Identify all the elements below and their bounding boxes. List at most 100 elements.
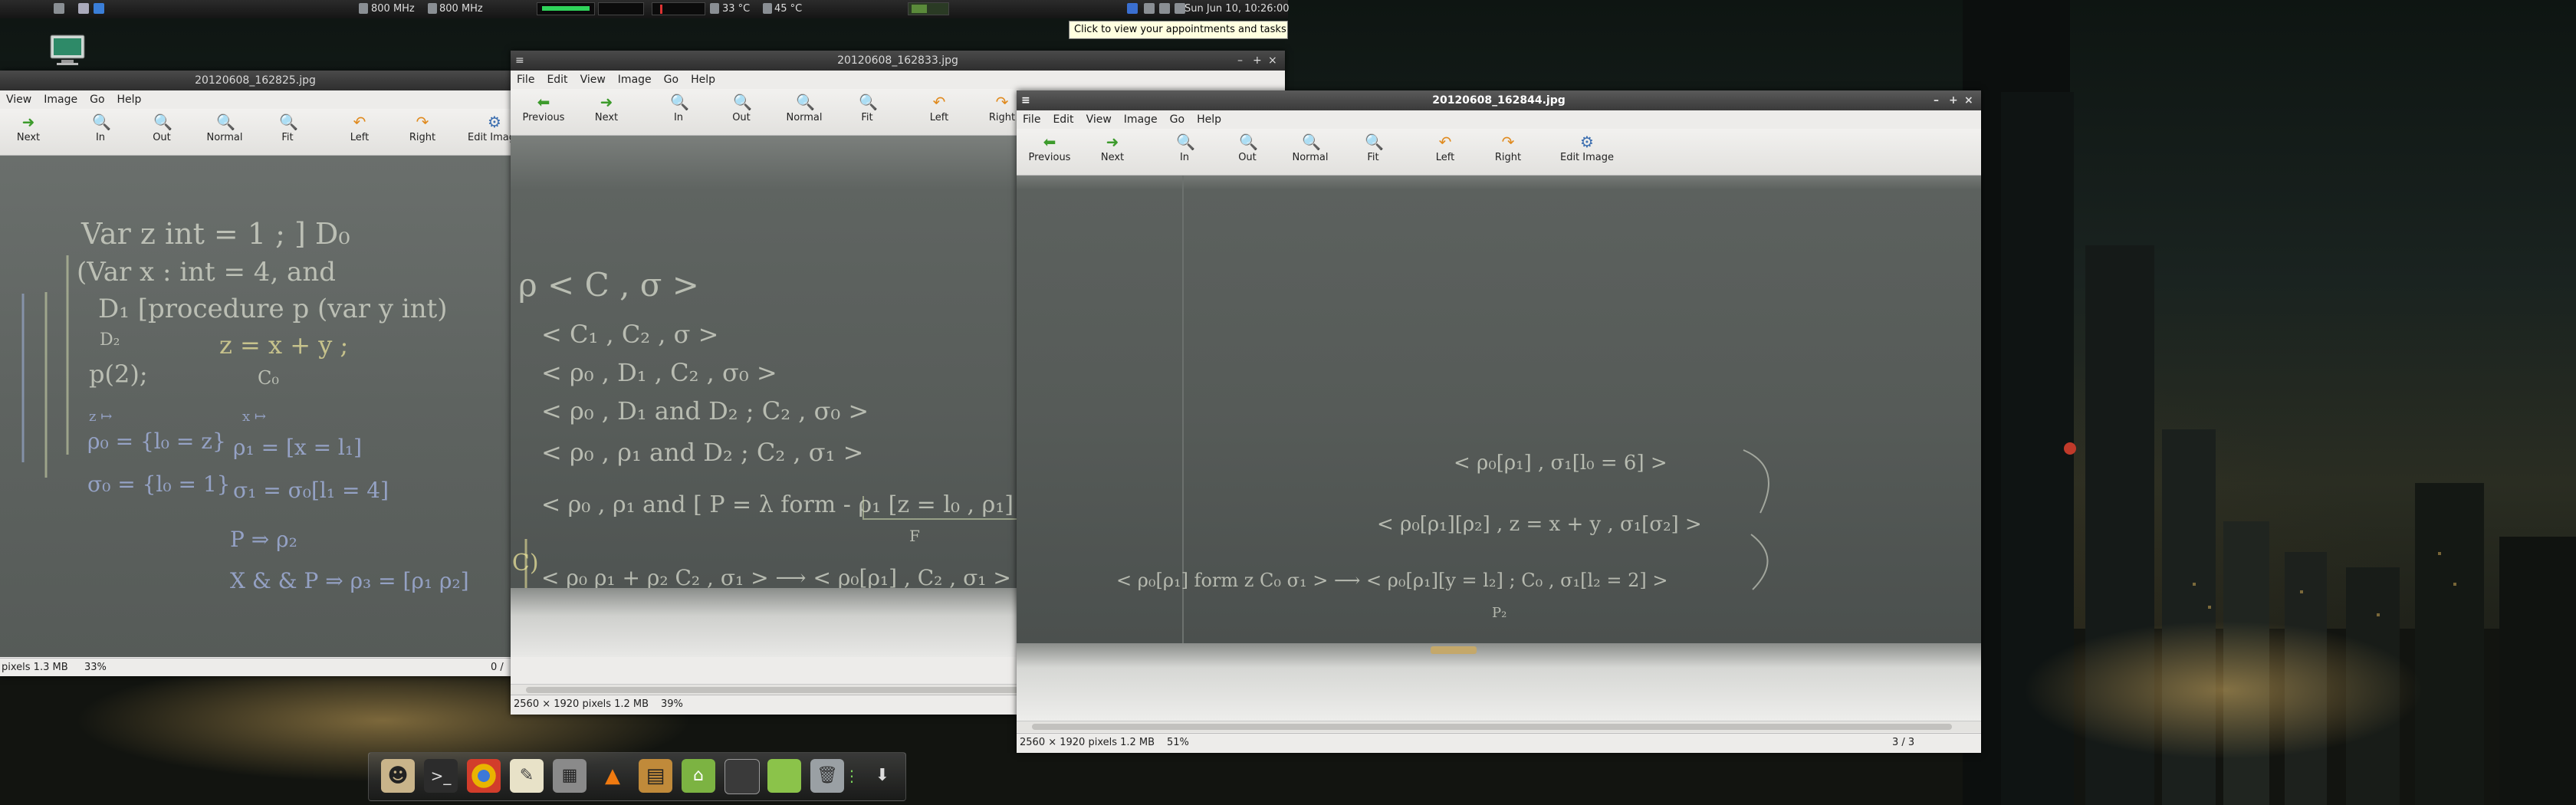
zoom-in-button[interactable]: 🔍 In	[69, 112, 132, 153]
zoom-in-icon: 🔍	[670, 93, 689, 111]
zoom-normal-button[interactable]: 🔍 Normal	[773, 92, 836, 133]
zoom-in-button[interactable]: 🔍 In	[1153, 132, 1216, 173]
menu-go[interactable]: Go	[1164, 110, 1191, 129]
dropbox-icon[interactable]	[94, 3, 104, 14]
zoom-in-button[interactable]: 🔍 In	[647, 92, 710, 133]
menu-file[interactable]: File	[1017, 110, 1046, 129]
rotate-right-button[interactable]: ↷ Right	[391, 112, 454, 153]
close-icon[interactable]: ×	[1268, 51, 1277, 71]
previous-button[interactable]: ⬅ Previous	[512, 92, 575, 133]
zoom-out-button[interactable]: 🔍 Out	[130, 112, 193, 153]
menu-edit[interactable]: Edit	[540, 71, 573, 89]
download-icon[interactable]: ⬇	[866, 759, 899, 793]
zoom-fit-button[interactable]: 🔍 Fit	[256, 112, 319, 153]
zoom-fit-button[interactable]: 🔍 Fit	[836, 92, 899, 133]
rotate-left-button[interactable]: ↶ Left	[328, 112, 391, 153]
screenshot-icon[interactable]	[78, 3, 89, 14]
menu-go[interactable]: Go	[658, 71, 685, 89]
rotate-left-button[interactable]: ↶ Left	[908, 92, 971, 133]
menu-image[interactable]: Image	[612, 71, 658, 89]
image-viewport[interactable]: Var z int = 1 ; ] D₀ (Var x : int = 4, a…	[0, 156, 511, 657]
menu-help[interactable]: Help	[1191, 110, 1227, 129]
menu-help[interactable]: Help	[685, 71, 721, 89]
menu-view[interactable]: View	[574, 71, 612, 89]
edit-image-button[interactable]: ⚙Edit Image	[463, 112, 511, 153]
temp-1[interactable]: 33 °C	[722, 0, 750, 18]
edit-image-button[interactable]: ⚙Edit Image	[1549, 132, 1625, 173]
clock[interactable]: Sun Jun 10, 10:26:00	[1184, 0, 1290, 18]
image-viewer-window-1[interactable]: 20120608_162825.jpg View Image Go Help ➜ Nex…	[0, 71, 511, 676]
rotate-left-icon: ↶	[353, 113, 366, 131]
menubar: View Image Go Help	[0, 90, 511, 109]
memory-graph[interactable]	[598, 2, 644, 15]
menu-go[interactable]: Go	[84, 90, 110, 109]
terminal-icon[interactable]: >_	[424, 759, 458, 793]
workspace-switcher[interactable]	[908, 2, 949, 15]
more-icon[interactable]: ⋮	[844, 759, 859, 793]
window-titlebar[interactable]: ≡ 20120608_162833.jpg – + ×	[511, 51, 1285, 71]
calculator-icon[interactable]: ▦	[553, 759, 586, 793]
gimp-icon[interactable]: ☻	[381, 759, 415, 793]
menu-edit[interactable]: Edit	[1046, 110, 1079, 129]
trash-icon[interactable]: 🗑	[810, 759, 844, 793]
next-button[interactable]: ➜ Next	[1081, 132, 1144, 173]
menu-file[interactable]: File	[511, 71, 540, 89]
menu-image[interactable]: Image	[38, 90, 84, 109]
folder-icon[interactable]	[767, 759, 801, 793]
next-button[interactable]: ➜ Next	[0, 112, 60, 153]
window-titlebar[interactable]: 20120608_162825.jpg	[0, 71, 511, 90]
zoom-level: 51%	[1167, 737, 1189, 748]
rotate-left-button[interactable]: ↶ Left	[1414, 132, 1477, 173]
volume-icon[interactable]	[1159, 3, 1170, 14]
rotate-left-icon: ↶	[1438, 133, 1452, 151]
zoom-out-button[interactable]: 🔍 Out	[710, 92, 773, 133]
cpu-freq-1[interactable]: 800 MHz	[371, 0, 415, 18]
network-icon[interactable]	[1144, 3, 1155, 14]
zoom-out-button[interactable]: 🔍 Out	[1216, 132, 1279, 173]
previous-button[interactable]: ⬅ Previous	[1018, 132, 1081, 173]
bluetooth-icon[interactable]	[1127, 3, 1138, 14]
minimize-icon[interactable]: –	[1237, 51, 1243, 71]
zoom-fit-button[interactable]: 🔍 Fit	[1342, 132, 1405, 173]
minimize-icon[interactable]: –	[1934, 90, 1939, 110]
rotate-left-icon: ↶	[932, 93, 946, 111]
menu-help[interactable]: Help	[111, 90, 148, 109]
cpu-graph[interactable]	[537, 2, 595, 15]
close-icon[interactable]: ×	[1964, 90, 1973, 110]
horizontal-scrollbar[interactable]	[1017, 721, 1981, 732]
rotate-right-button[interactable]: ↷ Right	[1477, 132, 1539, 173]
window-list-icon[interactable]	[54, 3, 64, 14]
window-menu-icon[interactable]: ≡	[515, 51, 524, 71]
arrow-right-icon: ➜	[600, 93, 613, 111]
user-icon[interactable]	[1175, 3, 1185, 14]
menu-image[interactable]: Image	[1118, 110, 1164, 129]
image-viewer-window-3[interactable]: ≡ 20120608_162844.jpg – + × File Edit View…	[1017, 90, 1981, 753]
computer-desktop-icon[interactable]	[48, 34, 87, 67]
text-editor-icon[interactable]: ✎	[510, 759, 544, 793]
zoom-normal-button[interactable]: 🔍 Normal	[1279, 132, 1342, 173]
arrow-left-icon: ⬅	[1043, 133, 1056, 151]
archive-icon[interactable]: ▤	[639, 759, 672, 793]
menu-view[interactable]: View	[1080, 110, 1118, 129]
screen-icon[interactable]	[724, 759, 760, 794]
menu-view[interactable]: View	[0, 90, 38, 109]
next-button[interactable]: ➜ Next	[575, 92, 638, 133]
cpu-icon	[428, 3, 437, 14]
image-viewport[interactable]: < ρ₀[ρ₁] , σ₁[l₀ = 6] > < ρ₀[ρ₁][ρ₂] , z…	[1017, 176, 1981, 724]
window-menu-icon[interactable]: ≡	[1021, 90, 1030, 110]
maximize-icon[interactable]: +	[1949, 90, 1958, 110]
zoom-normal-icon: 🔍	[796, 93, 815, 111]
vlc-icon[interactable]: ▲	[596, 759, 629, 793]
cpu-freq-2[interactable]: 800 MHz	[439, 0, 483, 18]
chrome-icon[interactable]	[467, 759, 501, 793]
temp-2[interactable]: 45 °C	[774, 0, 802, 18]
maximize-icon[interactable]: +	[1253, 51, 1262, 71]
home-folder-icon[interactable]: ⌂	[682, 759, 715, 793]
window-title: 20120608_162844.jpg	[1432, 94, 1566, 107]
menubar: File Edit View Image Go Help	[511, 71, 1285, 89]
window-titlebar[interactable]: ≡ 20120608_162844.jpg – + ×	[1017, 90, 1981, 110]
network-graph[interactable]	[652, 2, 705, 15]
zoom-normal-button[interactable]: 🔍 Normal	[193, 112, 256, 153]
arrow-right-icon: ➜	[1106, 133, 1119, 151]
scrollbar-thumb[interactable]	[1032, 724, 1952, 730]
